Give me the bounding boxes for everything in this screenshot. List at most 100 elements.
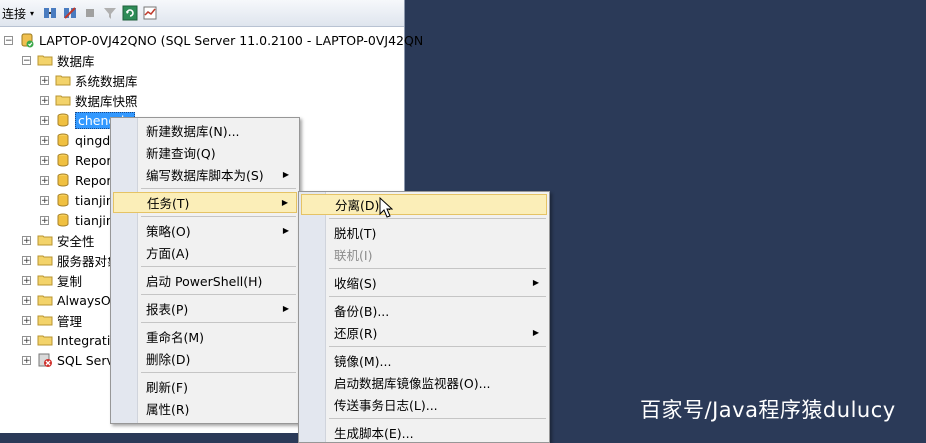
expand-icon[interactable]: + bbox=[22, 315, 31, 325]
menu-separator bbox=[141, 266, 296, 267]
management-label: 管理 bbox=[57, 313, 83, 329]
connect-server-icon[interactable] bbox=[42, 5, 58, 21]
connect-dropdown-icon[interactable]: ▾ bbox=[30, 9, 34, 18]
menu-separator bbox=[141, 322, 296, 323]
tree-row-database[interactable]: + tianjin bbox=[40, 210, 114, 230]
menu-item-script-database-as[interactable]: 编写数据库脚本为(S) ▶ bbox=[113, 164, 297, 185]
tree-row-management[interactable]: + 管理 bbox=[22, 310, 82, 330]
menu-item-label: 镜像(M)... bbox=[334, 354, 392, 369]
menu-item-properties[interactable]: 属性(R) bbox=[113, 398, 297, 419]
expand-icon[interactable]: + bbox=[40, 115, 49, 125]
menu-item-label: 属性(R) bbox=[146, 402, 190, 417]
watermark-text: 百家号/Java程序猿dulucy bbox=[640, 398, 896, 422]
menu-separator bbox=[329, 218, 546, 219]
security-label: 安全性 bbox=[57, 233, 95, 249]
database-label: tianjin bbox=[75, 212, 114, 228]
folder-icon bbox=[37, 232, 53, 248]
menu-item-reports[interactable]: 报表(P) ▶ bbox=[113, 298, 297, 319]
expand-icon[interactable]: + bbox=[40, 195, 49, 205]
submenu-arrow-icon: ▶ bbox=[281, 198, 288, 207]
expand-icon[interactable]: + bbox=[40, 135, 49, 145]
tree-row-database[interactable]: + Repor bbox=[40, 170, 112, 190]
expand-icon[interactable]: + bbox=[22, 295, 31, 305]
expand-icon[interactable]: + bbox=[22, 335, 31, 345]
replication-label: 复制 bbox=[57, 273, 83, 289]
tree-row-snapshots[interactable]: + 数据库快照 bbox=[40, 90, 138, 110]
menu-separator bbox=[141, 372, 296, 373]
expand-icon[interactable]: + bbox=[22, 355, 31, 365]
refresh-icon[interactable] bbox=[122, 5, 138, 21]
tree-row-security[interactable]: + 安全性 bbox=[22, 230, 95, 250]
expand-icon[interactable]: + bbox=[40, 175, 49, 185]
menu-item-bring-online: 联机(I) bbox=[301, 244, 547, 265]
menu-separator bbox=[329, 268, 546, 269]
menu-item-new-query[interactable]: 新建查询(Q) bbox=[113, 142, 297, 163]
menu-item-powershell[interactable]: 启动 PowerShell(H) bbox=[113, 270, 297, 291]
database-label: Repor bbox=[75, 172, 112, 188]
menu-item-mirror[interactable]: 镜像(M)... bbox=[301, 350, 547, 371]
menu-item-take-offline[interactable]: 脱机(T) bbox=[301, 222, 547, 243]
menu-item-restore[interactable]: 还原(R) ▶ bbox=[301, 322, 547, 343]
menu-item-ship-transaction-logs[interactable]: 传送事务日志(L)... bbox=[301, 394, 547, 415]
tree-row-replication[interactable]: + 复制 bbox=[22, 270, 82, 290]
menu-item-delete[interactable]: 删除(D) bbox=[113, 348, 297, 369]
folder-icon bbox=[37, 292, 53, 308]
menu-item-shrink[interactable]: 收缩(S) ▶ bbox=[301, 272, 547, 293]
tree-row-database[interactable]: + qingd bbox=[40, 130, 110, 150]
menu-item-rename[interactable]: 重命名(M) bbox=[113, 326, 297, 347]
menu-item-label: 编写数据库脚本为(S) bbox=[146, 168, 264, 183]
menu-item-tasks[interactable]: 任务(T) ▶ bbox=[113, 192, 297, 213]
menu-item-backup[interactable]: 备份(B)... bbox=[301, 300, 547, 321]
tree-row-server[interactable]: − LAPTOP-0VJ42QNO (SQL Server 11.0.2100 … bbox=[4, 30, 423, 50]
sql-agent-icon bbox=[37, 352, 53, 368]
tree-row-database[interactable]: + tianjin bbox=[40, 190, 114, 210]
menu-separator bbox=[141, 216, 296, 217]
expand-icon[interactable]: + bbox=[22, 235, 31, 245]
tree-row-sql-agent[interactable]: + SQL Serv bbox=[22, 350, 114, 370]
menu-item-facets[interactable]: 方面(A) bbox=[113, 242, 297, 263]
expand-icon[interactable]: + bbox=[22, 255, 31, 265]
expand-icon[interactable]: + bbox=[40, 155, 49, 165]
menu-item-policies[interactable]: 策略(O) ▶ bbox=[113, 220, 297, 241]
expand-icon[interactable]: + bbox=[22, 275, 31, 285]
menu-item-new-database[interactable]: 新建数据库(N)... bbox=[113, 120, 297, 141]
connect-button[interactable]: 连接 bbox=[0, 5, 26, 22]
server-icon bbox=[19, 32, 35, 48]
tree-row-databases[interactable]: − 数据库 bbox=[22, 50, 95, 70]
folder-icon bbox=[37, 52, 53, 68]
expand-icon[interactable]: + bbox=[40, 215, 49, 225]
database-context-menu: 新建数据库(N)... 新建查询(Q) 编写数据库脚本为(S) ▶ 任务(T) ▶ … bbox=[110, 117, 300, 424]
collapse-icon[interactable]: − bbox=[22, 55, 31, 65]
tree-row-server-objects[interactable]: + 服务器对象 bbox=[22, 250, 120, 270]
menu-separator bbox=[329, 346, 546, 347]
menu-item-label: 启动数据库镜像监视器(O)... bbox=[334, 376, 491, 391]
stop-icon bbox=[82, 5, 98, 21]
activity-monitor-icon[interactable] bbox=[142, 5, 158, 21]
menu-item-label: 报表(P) bbox=[146, 302, 189, 317]
expand-icon[interactable]: + bbox=[40, 75, 49, 85]
mouse-cursor-icon bbox=[379, 197, 393, 218]
database-icon bbox=[55, 172, 71, 188]
tree-row-database[interactable]: + Repor bbox=[40, 150, 112, 170]
menu-separator bbox=[329, 296, 546, 297]
menu-item-detach[interactable]: 分离(D)... bbox=[301, 194, 547, 215]
submenu-arrow-icon: ▶ bbox=[282, 170, 289, 179]
database-label: qingd bbox=[75, 132, 111, 148]
tree-row-system-databases[interactable]: + 系统数据库 bbox=[40, 70, 138, 90]
menu-item-refresh[interactable]: 刷新(F) bbox=[113, 376, 297, 397]
menu-item-launch-mirroring-monitor[interactable]: 启动数据库镜像监视器(O)... bbox=[301, 372, 547, 393]
tree-row-alwayson[interactable]: + AlwaysOn bbox=[22, 290, 119, 310]
sql-agent-label: SQL Serv bbox=[57, 352, 114, 368]
menu-item-label: 策略(O) bbox=[146, 224, 191, 239]
menu-item-label: 备份(B)... bbox=[334, 304, 390, 319]
expand-icon[interactable]: + bbox=[40, 95, 49, 105]
database-label: Repor bbox=[75, 152, 112, 168]
menu-item-label: 联机(I) bbox=[334, 248, 373, 263]
disconnect-icon[interactable] bbox=[62, 5, 78, 21]
system-databases-label: 系统数据库 bbox=[75, 73, 138, 89]
collapse-icon[interactable]: − bbox=[4, 35, 13, 45]
folder-icon bbox=[55, 72, 71, 88]
menu-separator bbox=[141, 294, 296, 295]
snapshots-label: 数据库快照 bbox=[75, 93, 138, 109]
database-icon bbox=[55, 152, 71, 168]
